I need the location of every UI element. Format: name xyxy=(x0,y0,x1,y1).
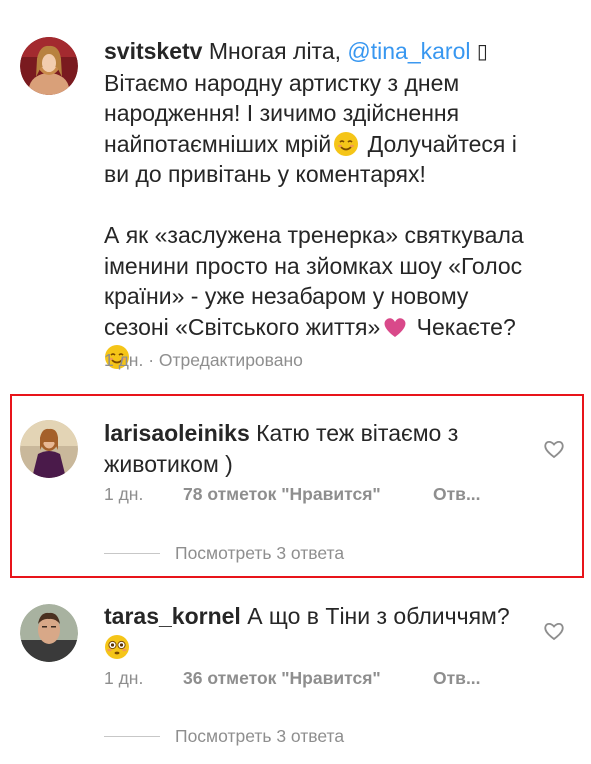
reply-button[interactable]: Отв... xyxy=(433,484,481,505)
avatar-svitsketv[interactable] xyxy=(20,37,78,95)
caption-text: Долучайтеся і xyxy=(361,130,517,157)
view-replies-button[interactable]: Посмотреть 3 ответа xyxy=(104,542,344,564)
view-replies-label: Посмотреть 3 ответа xyxy=(175,542,345,563)
likes-count-link[interactable]: 78 отметок "Нравится" xyxy=(183,484,381,505)
comment-username[interactable]: taras_kornel xyxy=(104,603,241,629)
comment-time: 1 дн. xyxy=(104,484,144,504)
caption-time: 1 дн. xyxy=(104,350,144,370)
caption-line-4: найпотаємніших мрій Долучайтеся і xyxy=(104,129,564,160)
comment-meta: 1 дн. xyxy=(104,484,143,505)
smiling-face-emoji xyxy=(333,131,359,157)
comment-line-2: животиком ) xyxy=(104,450,233,477)
caption-line-5: ви до привітань у коментарях! xyxy=(104,161,426,187)
view-replies-button[interactable]: Посмотреть 3 ответа xyxy=(104,725,344,747)
reply-button[interactable]: Отв... xyxy=(433,668,481,689)
comment-username[interactable]: larisaoleiniks xyxy=(104,420,250,446)
comment-line-2 xyxy=(104,632,534,663)
caption-text: сезоні «Світського життя» xyxy=(104,313,381,340)
caption-line-7: іменини просто на зйомках шоу «Голос xyxy=(104,252,523,279)
likes-count: 36 отметок "Нравится" xyxy=(183,668,381,688)
likes-count-link[interactable]: 36 отметок "Нравится" xyxy=(183,668,381,689)
comment-text: Катю теж вітаємо з xyxy=(249,420,459,446)
unknown-glyph: ▯ xyxy=(476,41,488,63)
caption-line-6: А як «заслужена тренерка» святкувала xyxy=(104,222,524,248)
comment-meta: 1 дн. xyxy=(104,668,143,689)
likes-count: 78 отметок "Нравится" xyxy=(183,484,381,504)
caption-line-8: країни» - уже незабаром у новому xyxy=(104,283,469,309)
comment-time: 1 дн. xyxy=(104,668,144,688)
comment-line-1: taras_kornel А що в Тіни з обличчям? xyxy=(104,601,534,632)
heart-outline-icon[interactable] xyxy=(543,439,565,459)
caption-text: Чекаєте? xyxy=(410,313,516,340)
replies-divider xyxy=(104,552,160,554)
reply-label: Отв... xyxy=(433,484,481,504)
caption-username[interactable]: svitsketv xyxy=(104,38,202,64)
heart-outline-icon[interactable] xyxy=(543,621,565,641)
caption-line-2: Вітаємо народну артистку з днем xyxy=(104,69,460,96)
caption-text: найпотаємніших мрій xyxy=(104,130,332,157)
view-replies-label: Посмотреть 3 ответа xyxy=(175,725,345,746)
meta-separator: · xyxy=(143,350,159,370)
comment-line-1: larisaoleiniks Катю теж вітаємо з xyxy=(104,418,534,449)
avatar-taras-kornel[interactable] xyxy=(20,604,78,662)
comment-taras-kornel: taras_kornel А що в Тіни з обличчям? xyxy=(104,601,534,662)
edited-label: Отредактировано xyxy=(158,350,303,370)
post-caption: svitsketv Многая літа, @tina_karol ▯ Віт… xyxy=(104,36,564,373)
comment-text: А що в Тіни з обличчям? xyxy=(240,603,510,629)
pink-heart-emoji xyxy=(382,315,408,339)
caption-text: Многая літа, xyxy=(202,38,348,64)
replies-divider xyxy=(104,735,160,737)
avatar-larisaoleiniks[interactable] xyxy=(20,420,78,478)
caption-line-1: svitsketv Многая літа, @tina_karol ▯ xyxy=(104,36,564,68)
caption-meta: 1 дн. · Отредактировано xyxy=(104,350,303,371)
reply-label: Отв... xyxy=(433,668,481,688)
flushed-face-emoji xyxy=(104,634,130,660)
mention-link[interactable]: @tina_karol xyxy=(347,38,470,64)
caption-line-3: народження! І зичимо здійснення xyxy=(104,100,460,126)
comment-larisaoleiniks: larisaoleiniks Катю теж вітаємо з животи… xyxy=(104,418,534,479)
caption-line-9: сезоні «Світського життя» Чекаєте? xyxy=(104,312,564,343)
